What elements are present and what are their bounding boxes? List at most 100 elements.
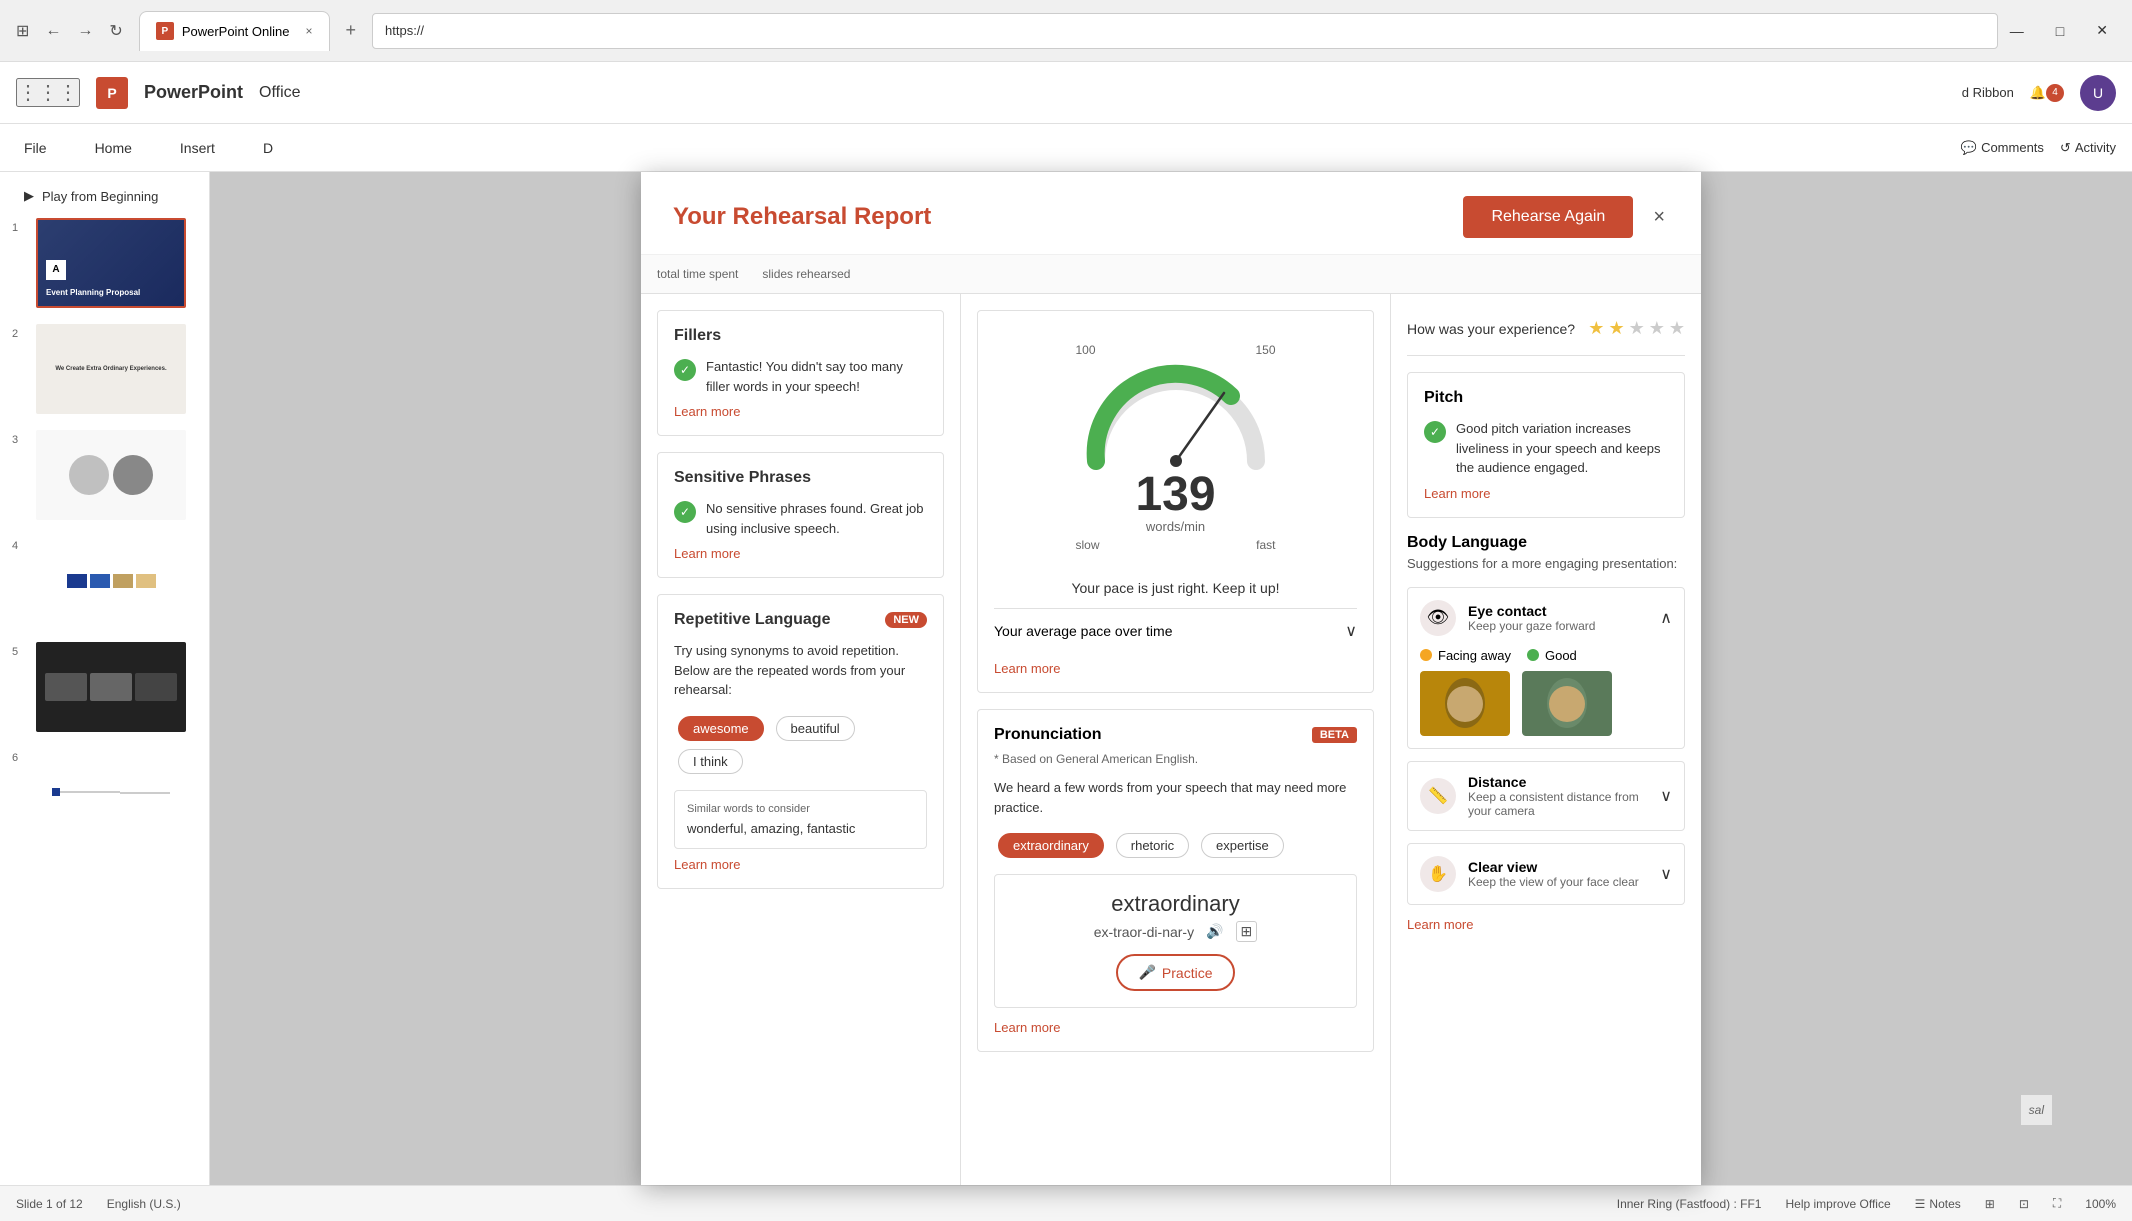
- modal-header-right: Rehearse Again ×: [1463, 196, 1669, 238]
- eye-contact-icon: 👁: [1420, 600, 1456, 636]
- language-info: English (U.S.): [107, 1197, 181, 1211]
- slow-label: slow: [1076, 538, 1100, 552]
- notification-btn[interactable]: 🔔: [2030, 85, 2046, 101]
- pron-based: * Based on General American English.: [994, 752, 1357, 766]
- slide-thumb-2[interactable]: We Create Extra Ordinary Experiences.: [36, 324, 186, 414]
- ribbon-tab-file[interactable]: File: [16, 136, 55, 160]
- eye-contact-header[interactable]: 👁 Eye contact Keep your gaze forward ∧: [1408, 588, 1684, 648]
- ribbon-tab-home[interactable]: Home: [87, 136, 140, 160]
- active-tab[interactable]: P PowerPoint Online ×: [139, 11, 330, 51]
- minimize-btn[interactable]: —: [1998, 18, 2036, 43]
- time-label: total time spent: [657, 267, 738, 281]
- app-grid-btn[interactable]: ⋮⋮⋮: [16, 78, 80, 107]
- eye-labels: Facing away Good: [1420, 648, 1672, 663]
- summary-row: total time spent slides rehearsed: [641, 255, 1701, 294]
- body-language-section: Body Language Suggestions for a more eng…: [1407, 534, 1685, 932]
- star-2[interactable]: ★: [1608, 318, 1624, 339]
- help-improve-btn[interactable]: Help improve Office: [1785, 1197, 1890, 1211]
- star-rating[interactable]: ★ ★ ★ ★ ★: [1588, 318, 1685, 339]
- clear-view-header[interactable]: ✋ Clear view Keep the view of your face …: [1408, 844, 1684, 904]
- tab-grid-btn[interactable]: ⊞: [12, 17, 33, 45]
- info-icon[interactable]: ⊞: [1236, 921, 1258, 942]
- play-from-beginning-btn[interactable]: ▶ Play from Beginning: [8, 180, 201, 212]
- slide-thumb-4[interactable]: [36, 536, 186, 626]
- new-tab-btn[interactable]: +: [338, 16, 365, 45]
- zoom-level: 100%: [2085, 1197, 2116, 1211]
- pitch-learn-more[interactable]: Learn more: [1424, 486, 1668, 501]
- star-4[interactable]: ★: [1649, 318, 1665, 339]
- pronunciation-learn-more[interactable]: Learn more: [994, 1020, 1357, 1035]
- clear-view-title: Clear view: [1468, 859, 1660, 875]
- word-tag-expertise[interactable]: expertise: [1201, 833, 1284, 858]
- slide-item-5[interactable]: 5: [8, 636, 201, 738]
- slide-thumb-6[interactable]: [36, 748, 186, 838]
- modal-close-btn[interactable]: ×: [1649, 202, 1669, 233]
- slide-info: Slide 1 of 12: [16, 1197, 83, 1211]
- slide-item-1[interactable]: 1 A Event Planning Proposal: [8, 212, 201, 314]
- activity-btn[interactable]: ↺ Activity: [2060, 140, 2116, 156]
- tag-awesome[interactable]: awesome: [678, 716, 764, 741]
- distance-header[interactable]: 📏 Distance Keep a consistent distance fr…: [1408, 762, 1684, 830]
- slide-thumb-1[interactable]: A Event Planning Proposal: [36, 218, 186, 308]
- slide-item-3[interactable]: 3: [8, 424, 201, 526]
- slide-thumb-5[interactable]: [36, 642, 186, 732]
- tag-beautiful[interactable]: beautiful: [776, 716, 855, 741]
- word-tag-extraordinary[interactable]: extraordinary: [998, 833, 1104, 858]
- pace-learn-more[interactable]: Learn more: [994, 649, 1357, 676]
- sensitive-check-row: ✓ No sensitive phrases found. Great job …: [674, 499, 927, 538]
- restore-btn[interactable]: □: [2044, 18, 2076, 43]
- fillers-learn-more[interactable]: Learn more: [674, 404, 927, 419]
- fit-slide-btn[interactable]: ⊞: [1985, 1197, 1995, 1211]
- star-1[interactable]: ★: [1588, 318, 1604, 339]
- ribbon-tab-design[interactable]: D: [255, 136, 281, 160]
- gauge-svg: [1076, 361, 1276, 471]
- user-avatar[interactable]: U: [2080, 75, 2116, 111]
- distance-title: Distance: [1468, 774, 1660, 790]
- sensitive-learn-more[interactable]: Learn more: [674, 546, 927, 561]
- practice-btn[interactable]: 🎤 Practice: [1116, 954, 1234, 991]
- star-3[interactable]: ★: [1629, 318, 1645, 339]
- notification-area: 🔔 4: [2030, 84, 2064, 102]
- comments-btn[interactable]: 💬 Comments: [1961, 140, 2044, 156]
- rehearse-again-btn[interactable]: Rehearse Again: [1463, 196, 1633, 238]
- slide-thumb-3[interactable]: [36, 430, 186, 520]
- back-btn[interactable]: ←: [41, 18, 65, 44]
- speedometer: 100 150: [994, 327, 1357, 568]
- how-was-experience: How was your experience? ★ ★ ★ ★ ★: [1407, 310, 1685, 356]
- distance-sub: Keep a consistent distance from your cam…: [1468, 790, 1660, 818]
- address-bar[interactable]: [372, 13, 1998, 49]
- sensitive-check-icon: ✓: [674, 501, 696, 523]
- close-btn[interactable]: ✕: [2084, 18, 2120, 43]
- eye-contact-expanded: Facing away Good: [1408, 648, 1684, 748]
- tag-ithink[interactable]: I think: [678, 749, 743, 774]
- avg-pace-row[interactable]: Your average pace over time ∨: [994, 608, 1357, 641]
- tab-close-btn[interactable]: ×: [305, 24, 312, 38]
- speaker-icon[interactable]: 🔊: [1206, 923, 1223, 940]
- fit-width-btn[interactable]: ⊡: [2019, 1197, 2029, 1211]
- slide-num-6: 6: [12, 752, 28, 764]
- forward-btn[interactable]: →: [73, 18, 97, 44]
- fillers-section: Fillers ✓ Fantastic! You didn't say too …: [657, 310, 944, 436]
- slide-num-5: 5: [12, 646, 28, 658]
- notes-btn[interactable]: ☰ Notes: [1915, 1197, 1961, 1211]
- slide-item-4[interactable]: 4: [8, 530, 201, 632]
- total-time-item: total time spent: [657, 267, 738, 281]
- slide-item-2[interactable]: 2 We Create Extra Ordinary Experiences.: [8, 318, 201, 420]
- rehearsal-modal: Your Rehearsal Report Rehearse Again × t…: [641, 172, 1701, 1185]
- distance-item: 📏 Distance Keep a consistent distance fr…: [1407, 761, 1685, 831]
- star-5[interactable]: ★: [1669, 318, 1685, 339]
- word-tag-rhetoric[interactable]: rhetoric: [1116, 833, 1189, 858]
- ribbon-toggle-btn[interactable]: d Ribbon: [1962, 85, 2014, 100]
- slide-item-6[interactable]: 6: [8, 742, 201, 844]
- body-lang-learn-more[interactable]: Learn more: [1407, 917, 1685, 932]
- eye-images: [1420, 671, 1672, 736]
- eye-contact-item: 👁 Eye contact Keep your gaze forward ∧: [1407, 587, 1685, 749]
- word-phonetic: ex-traor-di-nar-y 🔊 ⊞: [1011, 921, 1340, 942]
- refresh-btn[interactable]: ↻: [105, 17, 126, 45]
- fullscreen-btn[interactable]: ⛶: [2053, 1196, 2061, 1211]
- pace-section: 100 150: [977, 310, 1374, 693]
- ribbon-tab-insert[interactable]: Insert: [172, 136, 223, 160]
- repetitive-learn-more[interactable]: Learn more: [674, 857, 927, 872]
- distance-icon: 📏: [1420, 778, 1456, 814]
- slides-label: slides rehearsed: [762, 267, 850, 281]
